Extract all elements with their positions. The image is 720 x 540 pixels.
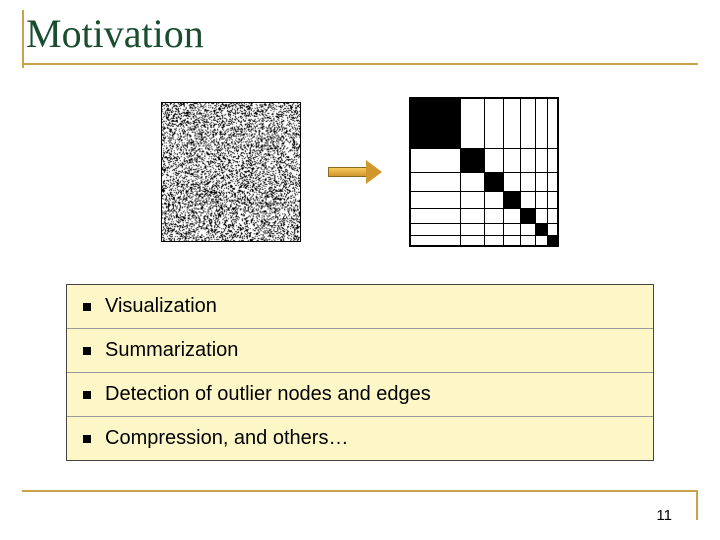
bullet-square-icon bbox=[83, 435, 91, 443]
bullet-square-icon bbox=[83, 391, 91, 399]
list-item: Visualization bbox=[67, 285, 653, 328]
list-item-label: Summarization bbox=[105, 339, 238, 362]
matrix-block bbox=[535, 223, 548, 236]
bullet-square-icon bbox=[83, 347, 91, 355]
matrix-block bbox=[484, 172, 503, 191]
title-underline bbox=[22, 63, 698, 65]
list-item: Detection of outlier nodes and edges bbox=[67, 372, 653, 416]
matrix-block bbox=[520, 208, 535, 223]
matrix-block bbox=[547, 235, 557, 245]
page-number: 11 bbox=[656, 507, 672, 524]
matrix-block bbox=[503, 191, 520, 208]
slide: Motivation Visualization Summarization D… bbox=[0, 0, 720, 540]
arrow-icon bbox=[325, 159, 385, 185]
figure-area bbox=[140, 92, 580, 252]
slide-title: Motivation bbox=[22, 10, 698, 57]
list-item-label: Visualization bbox=[105, 295, 217, 318]
bullet-list: Visualization Summarization Detection of… bbox=[66, 284, 654, 461]
arrow-body bbox=[328, 167, 366, 177]
matrix-block bbox=[460, 148, 484, 172]
noise-matrix-image bbox=[161, 102, 301, 242]
list-item-label: Compression, and others… bbox=[105, 427, 348, 450]
bullet-square-icon bbox=[83, 303, 91, 311]
title-block: Motivation bbox=[22, 10, 698, 65]
block-diagonal-matrix bbox=[409, 97, 559, 247]
list-item-label: Detection of outlier nodes and edges bbox=[105, 383, 431, 406]
bottom-rule-accent-vertical bbox=[696, 490, 698, 520]
noise-matrix-canvas bbox=[162, 103, 300, 241]
matrix-gridline bbox=[411, 235, 557, 236]
list-item: Compression, and others… bbox=[67, 416, 653, 460]
matrix-block bbox=[411, 99, 460, 148]
bottom-rule bbox=[22, 490, 698, 492]
matrix-gridline bbox=[547, 99, 548, 245]
arrow-head bbox=[366, 160, 382, 184]
list-item: Summarization bbox=[67, 328, 653, 372]
